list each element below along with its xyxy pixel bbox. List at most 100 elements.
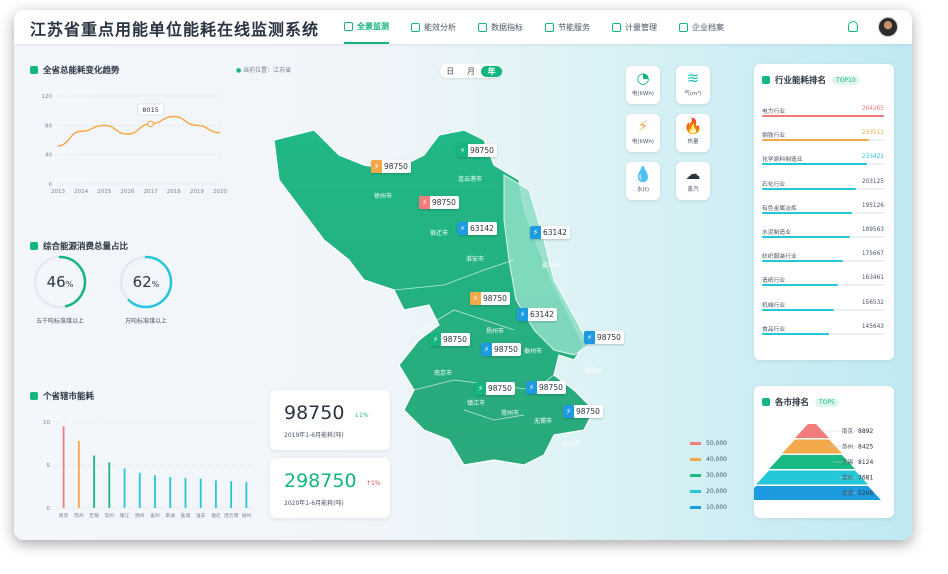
ranking-bar bbox=[762, 260, 843, 263]
pyramid-city: 无锡 bbox=[842, 458, 854, 466]
bars-title-text: 个省辖市能耗 bbox=[43, 392, 95, 402]
legend-label: 30,000 bbox=[706, 472, 727, 479]
map-city-label[interactable]: 南京市 bbox=[434, 368, 452, 377]
map-value: 63142 bbox=[470, 224, 494, 233]
nav-icon bbox=[545, 22, 554, 32]
bolt-icon: ⚡ bbox=[457, 222, 468, 235]
ranking-name: 钢铁行业 bbox=[762, 133, 786, 140]
energy-type-label: 电(kWh) bbox=[632, 91, 654, 97]
map-value-label[interactable]: ⚡ 98750 bbox=[457, 144, 497, 157]
map-city-label[interactable]: 连云港市 bbox=[458, 174, 482, 183]
nav-icon bbox=[344, 21, 353, 31]
x-tick-label: 镇江 bbox=[120, 512, 130, 519]
x-tick-label: 连云港 bbox=[224, 512, 239, 519]
nav-item-3[interactable]: 节能服务 bbox=[545, 10, 590, 44]
bolt-icon: ⚡ bbox=[530, 226, 541, 239]
toggle-month[interactable]: 月 bbox=[461, 66, 482, 77]
energy-type-label: 蒸汽 bbox=[687, 187, 699, 193]
map-city-label[interactable]: 镇江市 bbox=[467, 398, 485, 407]
map-value-label[interactable]: ⚡ 63142 bbox=[530, 226, 570, 239]
map-city-label[interactable]: 盐城市 bbox=[542, 260, 560, 269]
nav-item-5[interactable]: 企业档案 bbox=[679, 10, 724, 44]
toggle-year[interactable]: 年 bbox=[481, 65, 503, 77]
map-value-label[interactable]: ⚡ 98750 bbox=[584, 331, 624, 344]
pyramid-city: 南京 bbox=[842, 427, 854, 435]
ranking-name: 有色金属冶炼 bbox=[762, 205, 797, 212]
bolt-icon: ⚡ bbox=[563, 405, 574, 418]
nav-item-2[interactable]: 数据指标 bbox=[478, 10, 523, 44]
energy-type-icon: 💧 bbox=[633, 165, 653, 183]
map-value-label[interactable]: ⚡ 98750 bbox=[481, 343, 521, 356]
map-city-label[interactable]: 淮安市 bbox=[466, 254, 484, 263]
gauge-label: 万吨标准煤以上 bbox=[124, 318, 167, 325]
map-city-label[interactable]: 宿迁市 bbox=[430, 228, 448, 237]
map-value-label[interactable]: ⚡ 63142 bbox=[457, 222, 497, 235]
toggle-day[interactable]: 日 bbox=[440, 66, 461, 77]
ranking-value: 163461 bbox=[861, 275, 884, 282]
map-city-label[interactable]: 泰州市 bbox=[524, 346, 542, 355]
x-tick-label: 常州 bbox=[105, 512, 115, 519]
map-city-label[interactable]: 徐州市 bbox=[374, 191, 392, 200]
map-value: 98750 bbox=[384, 162, 408, 171]
legend-item: 20,000 bbox=[690, 488, 727, 495]
bolt-icon: ⚡ bbox=[430, 333, 441, 346]
ranking-name: 水泥制造业 bbox=[762, 230, 791, 236]
x-tick-label: 2020 bbox=[213, 189, 227, 195]
map-city-label[interactable]: 扬州市 bbox=[486, 326, 504, 335]
map-value-label[interactable]: ⚡ 98750 bbox=[475, 382, 515, 395]
bar bbox=[62, 426, 65, 508]
ranking-name: 机械行业 bbox=[762, 302, 786, 309]
ranking-name: 造纸行业 bbox=[762, 278, 786, 285]
map-value-label[interactable]: ⚡ 98750 bbox=[563, 405, 603, 418]
ranking-value: 156532 bbox=[861, 299, 884, 306]
legend-swatch bbox=[690, 458, 701, 461]
map-city-label[interactable]: 南通市 bbox=[584, 366, 602, 375]
map-city-label[interactable]: 苏州市 bbox=[562, 439, 580, 448]
bar bbox=[93, 455, 95, 508]
nav-item-0[interactable]: 全景监测 bbox=[344, 10, 389, 44]
x-tick-label: 苏州 bbox=[74, 512, 84, 519]
map-value-label[interactable]: ⚡ 98750 bbox=[526, 381, 566, 394]
bell-icon[interactable] bbox=[848, 21, 858, 32]
location-text: 当前位置：江苏省 bbox=[243, 67, 292, 74]
legend-item: 30,000 bbox=[690, 472, 727, 479]
ranking-bar bbox=[762, 139, 870, 142]
trend-callout: 8015 bbox=[142, 106, 159, 114]
legend-item: 10,000 bbox=[690, 504, 727, 511]
map-value-label[interactable]: ⚡ 98750 bbox=[419, 196, 459, 209]
map-value-label[interactable]: ⚡ 98750 bbox=[371, 160, 411, 173]
energy-type-label: 热量 bbox=[687, 139, 699, 145]
ranking-bar bbox=[762, 332, 830, 335]
legend-swatch bbox=[690, 442, 701, 445]
bar bbox=[138, 472, 141, 508]
map-value-label[interactable]: ⚡ 98750 bbox=[470, 292, 510, 305]
y-tick-label: 0 bbox=[47, 506, 51, 512]
energy-type-button[interactable]: ☁ 蒸汽 bbox=[676, 162, 710, 200]
map-value-label[interactable]: ⚡ 98750 bbox=[430, 333, 470, 346]
nav-icon bbox=[612, 22, 621, 32]
energy-type-button[interactable]: 💧 水(t) bbox=[626, 162, 660, 200]
gauge-unit: % bbox=[65, 280, 74, 289]
avatar[interactable] bbox=[878, 17, 898, 37]
bolt-icon: ⚡ bbox=[470, 292, 481, 305]
energy-type-button[interactable]: 🔥 热量 bbox=[676, 114, 710, 152]
bars-title: 个省辖市能耗 bbox=[30, 390, 94, 402]
map-value: 63142 bbox=[530, 310, 554, 319]
energy-type-button[interactable]: ≋ 气(m³) bbox=[676, 66, 710, 104]
map-city-label[interactable]: 无锡市 bbox=[534, 416, 552, 425]
pyramid-value: 8124 bbox=[858, 459, 873, 466]
ranking-name: 化学原料制造业 bbox=[762, 157, 803, 164]
nav-item-4[interactable]: 计量管理 bbox=[612, 10, 657, 44]
nav-label: 节能服务 bbox=[558, 22, 590, 32]
energy-type-button[interactable]: ◔ 电(kWh) bbox=[626, 66, 660, 104]
map-value: 98750 bbox=[597, 333, 621, 342]
map-city-label[interactable]: 常州市 bbox=[501, 408, 519, 417]
nav-item-1[interactable]: 能效分析 bbox=[411, 10, 456, 44]
energy-type-button[interactable]: ⚡ 电(kWh) bbox=[626, 114, 660, 152]
ranking-value: 175667 bbox=[861, 251, 884, 258]
map-value-label[interactable]: ⚡ 63142 bbox=[517, 308, 557, 321]
jiangsu-map[interactable] bbox=[254, 110, 634, 510]
x-tick-label: 无锡 bbox=[89, 512, 99, 519]
nav-label: 企业档案 bbox=[692, 22, 724, 32]
location-pin-icon: ● bbox=[236, 67, 242, 74]
